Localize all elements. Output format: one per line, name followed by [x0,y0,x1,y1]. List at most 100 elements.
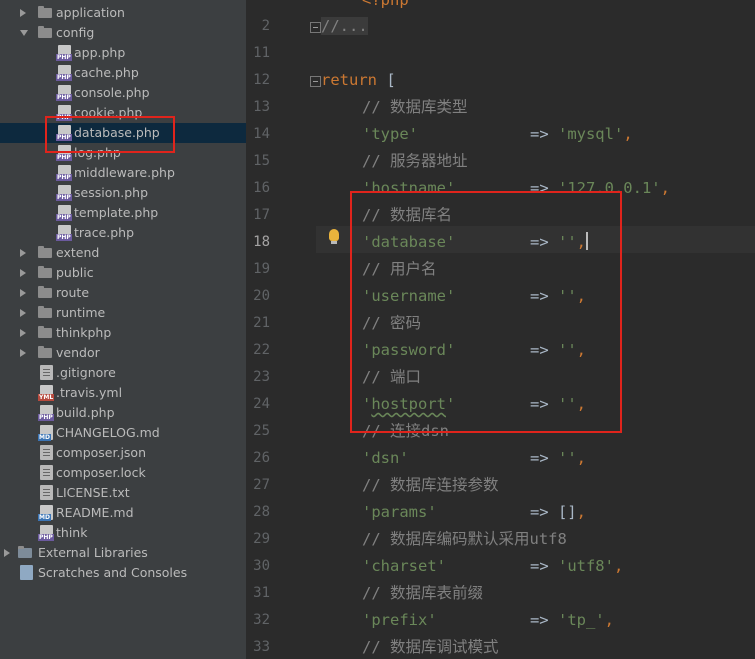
tree-item-route[interactable]: route [0,283,246,303]
tree-item-readme-md[interactable]: MD README.md [0,503,246,523]
tree-item-template-php[interactable]: PHP template.php [0,203,246,223]
lightbulb-icon[interactable] [329,229,339,244]
tree-item-runtime[interactable]: runtime [0,303,246,323]
line-number: 15 [253,153,270,169]
code-token: 'prefix' [362,611,437,629]
code-line[interactable]: //... [321,13,368,40]
code-token: return [321,71,387,89]
php-file-icon: PHP [38,405,54,421]
tree-item-build-php[interactable]: PHP build.php [0,403,246,423]
code-line[interactable]: // 数据库类型 [362,94,468,121]
folder-icon [38,246,52,258]
tree-item-extend[interactable]: extend [0,243,246,263]
yml-file-icon: YML [38,385,55,401]
folder-icon [38,326,52,338]
code-line[interactable]: 'dsn' => '', [362,445,586,472]
fold-toggle-icon[interactable] [310,76,321,87]
chevron-right-icon[interactable] [20,269,26,277]
tree-item-composer-lock[interactable]: composer.lock [0,463,246,483]
tree-item-cache-php[interactable]: PHP cache.php [0,63,246,83]
md-file-icon: MD [38,425,53,441]
tree-item-label: Scratches and Consoles [38,565,188,580]
tree-item-scratches-and-consoles[interactable]: Scratches and Consoles [0,563,246,583]
code-token: , [623,125,633,143]
line-number: 19 [253,261,270,277]
tree-item-label: External Libraries [38,545,148,560]
tree-item-public[interactable]: public [0,263,246,283]
tree-item-label: README.md [56,505,134,520]
tree-item-label: session.php [74,185,149,200]
tree-item-label: application [56,5,125,20]
chevron-right-icon[interactable] [20,9,26,17]
php-file-icon: PHP [56,45,72,61]
code-line[interactable]: // 数据库调试模式 [362,634,499,659]
tree-item-gitignore[interactable]: .gitignore [0,363,246,383]
tree-item-label: thinkphp [56,325,112,340]
tree-item-config[interactable]: config [0,23,246,43]
code-token: , [604,611,614,629]
code-token: => [418,125,558,143]
code-line[interactable]: <?php [362,0,409,14]
tree-item-session-php[interactable]: PHP session.php [0,183,246,203]
tree-item-trace-php[interactable]: PHP trace.php [0,223,246,243]
tree-item-label: public [56,265,94,280]
code-line[interactable]: return [ [321,67,396,94]
line-number: 14 [253,126,270,142]
folder-icon [38,6,52,18]
line-number: 22 [253,342,270,358]
code-line[interactable]: 'type' => 'mysql', [362,121,633,148]
line-number: 27 [253,477,270,493]
tree-item-vendor[interactable]: vendor [0,343,246,363]
code-token: => [436,611,558,629]
line-number: 21 [253,315,270,331]
tree-item-application[interactable]: application [0,3,246,23]
php-file-icon: PHP [56,85,72,101]
tree-item-console-php[interactable]: PHP console.php [0,83,246,103]
tree-item-think[interactable]: PHP think [0,523,246,543]
code-token: 'tp_' [557,611,605,629]
code-line[interactable]: 'charset' => 'utf8', [362,553,623,580]
code-line[interactable]: // 数据库表前缀 [362,580,483,607]
php-file-icon: PHP [38,525,54,541]
code-token: , [613,557,624,575]
tree-item-app-php[interactable]: PHP app.php [0,43,246,63]
code-token: 'charset' [362,557,446,575]
tree-item-label: config [56,25,95,40]
tree-item-composer-json[interactable]: composer.json [0,443,246,463]
line-number: 12 [253,72,270,88]
tree-item-label: trace.php [74,225,135,240]
code-token: 'params' [362,503,437,521]
code-line[interactable]: // 服务器地址 [362,148,468,175]
code-token: , [660,179,670,197]
code-token: => [446,557,558,575]
folder-icon [38,266,52,278]
tree-item-middleware-php[interactable]: PHP middleware.php [0,163,246,183]
chevron-right-icon[interactable] [20,289,26,297]
tree-item-thinkphp[interactable]: thinkphp [0,323,246,343]
line-number: 24 [253,396,270,412]
fold-toggle-icon[interactable] [310,22,321,33]
code-token: 'dsn' [362,449,409,467]
chevron-right-icon[interactable] [20,309,26,317]
php-file-icon: PHP [56,225,72,241]
code-line[interactable]: // 数据库编码默认采用utf8 [362,526,567,553]
tree-item-license-txt[interactable]: LICENSE.txt [0,483,246,503]
tree-item-label: build.php [56,405,115,420]
chevron-down-icon[interactable] [20,30,28,36]
code-line[interactable]: // 数据库连接参数 [362,472,499,499]
chevron-right-icon[interactable] [20,249,26,257]
tree-item-travis-yml[interactable]: YML .travis.yml [0,383,246,403]
chevron-right-icon[interactable] [4,549,10,557]
code-token: // 数据库调试模式 [362,638,499,656]
code-token: 'utf8' [557,557,614,575]
tree-item-label: cache.php [74,65,139,80]
tree-item-changelog-md[interactable]: MD CHANGELOG.md [0,423,246,443]
tree-item-label: console.php [74,85,150,100]
tree-item-external-libraries[interactable]: External Libraries [0,543,246,563]
code-line[interactable]: 'params' => [], [362,499,586,526]
chevron-right-icon[interactable] [20,329,26,337]
code-token: , [576,503,586,521]
code-line[interactable]: 'prefix' => 'tp_', [362,607,614,634]
annotation-box-database-file [45,116,175,153]
chevron-right-icon[interactable] [20,349,26,357]
